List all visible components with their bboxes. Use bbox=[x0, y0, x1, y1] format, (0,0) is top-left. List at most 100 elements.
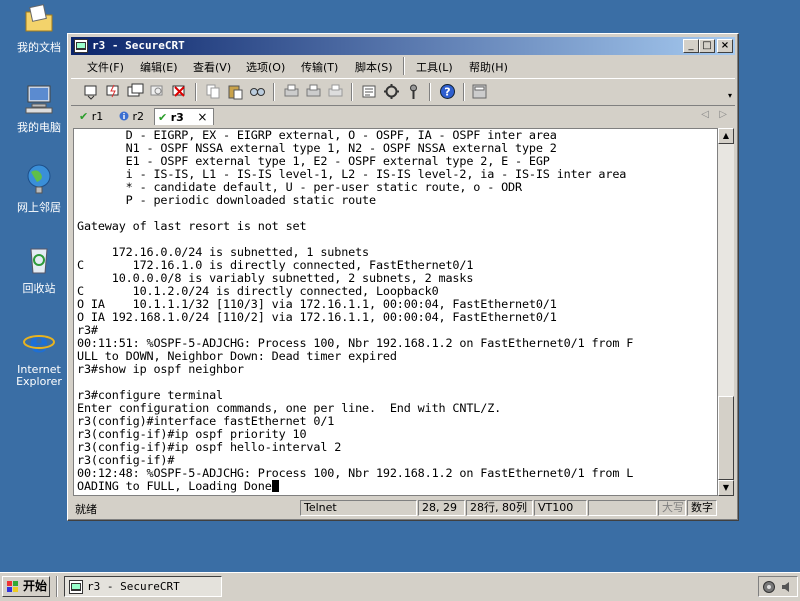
terminal-line: O IA 10.1.1.1/32 [110/3] via 172.16.1.1,… bbox=[77, 297, 557, 311]
terminal-line: E1 - OSPF external type 1, E2 - OSPF ext… bbox=[125, 154, 550, 168]
securecrt-app-icon bbox=[69, 580, 83, 594]
maximize-button[interactable]: □ bbox=[699, 39, 715, 53]
calculator-icon[interactable] bbox=[471, 83, 488, 100]
terminal-line: * - candidate default, U - per-user stat… bbox=[125, 180, 522, 194]
status-caps-lock: 大写 bbox=[658, 500, 686, 516]
menu-options[interactable]: 选项(O) bbox=[246, 59, 285, 75]
tab-close-icon[interactable]: × bbox=[197, 110, 207, 124]
terminal-line: ULL to DOWN, Neighbor Down: Dead timer e… bbox=[77, 349, 397, 363]
tab-label: r3 bbox=[170, 111, 184, 124]
close-button[interactable]: × bbox=[717, 39, 733, 53]
minimize-button[interactable]: _ bbox=[683, 39, 699, 53]
desktop-icon-network[interactable]: 网上邻居 bbox=[4, 162, 74, 214]
menu-file[interactable]: 文件(F) bbox=[87, 59, 124, 75]
terminal-cursor bbox=[271, 480, 279, 492]
terminal-line: P - periodic downloaded static route bbox=[125, 193, 376, 207]
terminal-line: r3# bbox=[77, 323, 98, 337]
terminal-line: 172.16.0.0/24 is subnetted, 1 subnets bbox=[111, 245, 369, 259]
terminal-line: r3(config-if)#ip ospf hello-interval 2 bbox=[77, 440, 342, 454]
find-icon[interactable] bbox=[249, 83, 266, 100]
terminal-line: OADING to FULL, Loading Done bbox=[77, 479, 272, 493]
status-bar: 就绪 Telnet 28, 29 28行, 80列 VT100 大写 数字 bbox=[71, 499, 735, 517]
tab-r3[interactable]: ✔ r3 × bbox=[154, 108, 214, 125]
network-icon bbox=[27, 164, 51, 194]
tab-scroll-right-icon[interactable]: ▷ bbox=[719, 109, 727, 120]
desktop-icon-label: 网上邻居 bbox=[17, 201, 61, 214]
desktop-icon-label: 我的文档 bbox=[17, 41, 61, 54]
tab-r2[interactable]: r2 bbox=[116, 108, 157, 125]
status-rows-cols: 28行, 80列 bbox=[466, 500, 533, 516]
terminal-line: Enter configuration commands, one per li… bbox=[77, 401, 502, 415]
terminal-line: 00:12:48: %OSPF-5-ADJCHG: Process 100, N… bbox=[77, 466, 634, 480]
menu-edit[interactable]: 编辑(E) bbox=[140, 59, 178, 75]
quick-connect-icon[interactable] bbox=[105, 83, 122, 100]
print-selection-icon[interactable] bbox=[305, 83, 322, 100]
scroll-up-button[interactable]: ▲ bbox=[718, 128, 734, 144]
global-options-icon[interactable] bbox=[383, 83, 400, 100]
scroll-down-button[interactable]: ▼ bbox=[718, 480, 734, 496]
start-label: 开始 bbox=[23, 579, 48, 593]
terminal-line: r3(config)#interface fastEthernet 0/1 bbox=[77, 414, 335, 428]
desktop-icon-my-computer[interactable]: 我的电脑 bbox=[4, 82, 74, 134]
printer-icon[interactable] bbox=[327, 83, 344, 100]
tab-label: r1 bbox=[91, 110, 104, 123]
taskbar-separator bbox=[56, 576, 58, 597]
tab-scroll-left-icon[interactable]: ◁ bbox=[701, 109, 709, 120]
desktop-icon-internet-explorer[interactable]: e Internet Explorer bbox=[4, 324, 74, 388]
windows-logo-icon bbox=[7, 581, 18, 592]
reconnect-icon[interactable] bbox=[149, 83, 166, 100]
menu-transfer[interactable]: 传输(T) bbox=[301, 59, 338, 75]
tab-r1[interactable]: ✔ r1 bbox=[76, 108, 117, 125]
start-button[interactable]: 开始 bbox=[2, 576, 50, 597]
menu-script[interactable]: 脚本(S) bbox=[355, 59, 393, 75]
status-empty bbox=[588, 500, 657, 516]
keymap-icon[interactable] bbox=[405, 83, 422, 100]
menu-tools[interactable]: 工具(L) bbox=[416, 59, 453, 75]
svg-text:e: e bbox=[29, 325, 48, 358]
terminal-line: O IA 192.168.1.0/24 [110/2] via 172.16.1… bbox=[77, 310, 557, 324]
computer-icon bbox=[25, 85, 53, 114]
connected-check-icon: ✔ bbox=[79, 110, 89, 123]
terminal-line: C 172.16.1.0 is directly connected, Fast… bbox=[77, 258, 474, 272]
terminal-line: i - IS-IS, L1 - IS-IS level-1, L2 - IS-I… bbox=[125, 167, 627, 181]
taskbar-item-securecrt[interactable]: r3 - SecureCRT bbox=[64, 576, 222, 597]
terminal-line: r3(config-if)# bbox=[77, 453, 175, 467]
scroll-thumb[interactable] bbox=[718, 396, 734, 480]
title-bar[interactable]: r3 - SecureCRT _ □ × bbox=[71, 37, 735, 55]
status-terminal-type: VT100 bbox=[534, 500, 587, 516]
disconnect-icon[interactable] bbox=[171, 83, 188, 100]
print-icon[interactable] bbox=[283, 83, 300, 100]
toolbar-overflow-icon[interactable]: ▾ bbox=[728, 91, 732, 100]
menu-separator bbox=[403, 57, 405, 75]
connected-check-icon: ✔ bbox=[158, 111, 168, 124]
desktop-icon-label: 回收站 bbox=[22, 282, 56, 295]
status-num-lock: 数字 bbox=[687, 500, 717, 516]
menu-view[interactable]: 查看(V) bbox=[193, 59, 231, 75]
menu-help[interactable]: 帮助(H) bbox=[469, 59, 508, 75]
status-protocol: Telnet bbox=[300, 500, 417, 516]
toolbar-separator bbox=[195, 83, 197, 101]
terminal-scrollbar[interactable]: ▲ ▼ bbox=[718, 128, 734, 496]
recycle-bin-icon bbox=[30, 248, 48, 274]
copy-icon[interactable] bbox=[205, 83, 222, 100]
connect-icon[interactable] bbox=[83, 83, 100, 100]
session-tab-bar: ✔ r1 r2 ✔ r3 × ◁ ▷ bbox=[71, 106, 735, 126]
terminal-line: 10.0.0.0/8 is variably subnetted, 2 subn… bbox=[111, 271, 474, 285]
connect-in-tab-icon[interactable] bbox=[127, 83, 144, 100]
securecrt-app-icon bbox=[74, 39, 88, 53]
terminal-line: D - EIGRP, EX - EIGRP external, O - OSPF… bbox=[125, 128, 557, 142]
session-options-icon[interactable] bbox=[361, 83, 378, 100]
desktop-icon-label: 我的电脑 bbox=[17, 121, 61, 134]
status-ready: 就绪 bbox=[75, 503, 97, 516]
terminal-area[interactable]: D - EIGRP, EX - EIGRP external, O - OSPF… bbox=[73, 128, 718, 496]
toolbar-separator bbox=[463, 83, 465, 101]
paste-icon[interactable] bbox=[227, 83, 244, 100]
desktop-icon-recycle-bin[interactable]: 回收站 bbox=[4, 243, 74, 295]
desktop-icon-my-documents[interactable]: 我的文档 bbox=[4, 2, 74, 54]
help-icon[interactable]: ? bbox=[439, 83, 456, 100]
tray-network-icon[interactable] bbox=[762, 580, 776, 594]
terminal-line: r3(config-if)#ip ospf priority 10 bbox=[77, 427, 307, 441]
tray-volume-icon[interactable] bbox=[780, 580, 794, 594]
info-icon bbox=[119, 111, 129, 121]
toolbar: ? ▾ bbox=[71, 78, 735, 106]
